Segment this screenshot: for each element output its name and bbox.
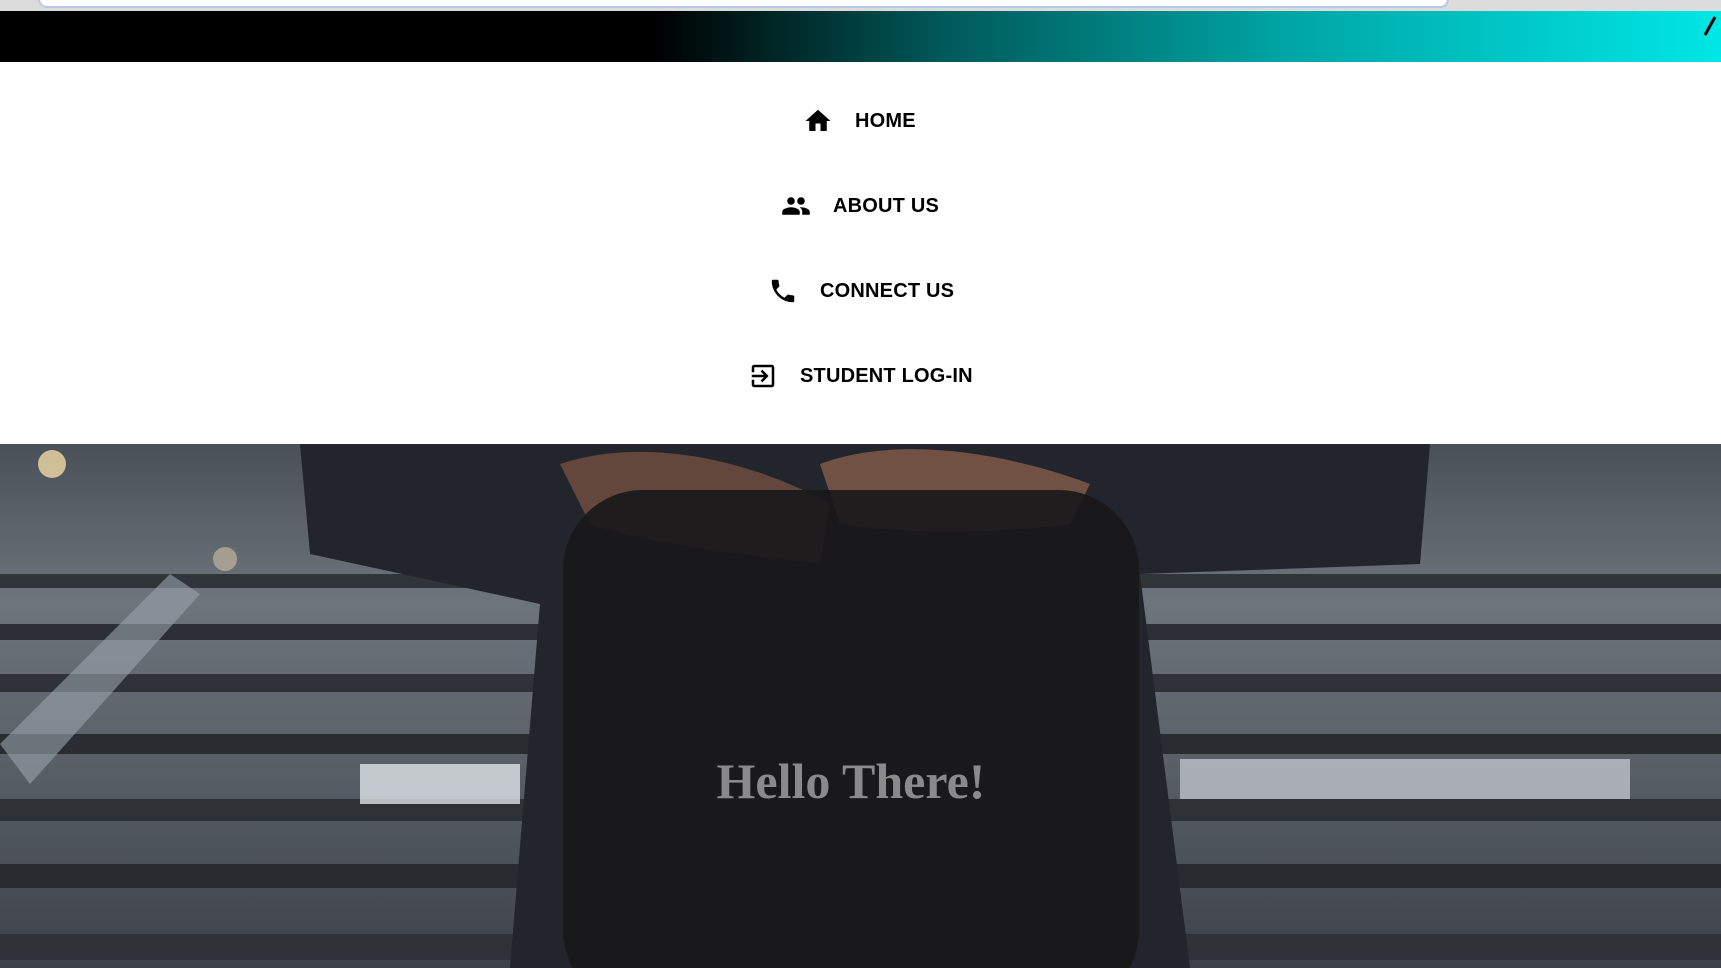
greeting-card: Hello There!	[563, 490, 1139, 968]
nav-item-label: CONNECT US	[820, 279, 955, 302]
nav-item-student-login[interactable]: STUDENT LOG-IN	[748, 361, 973, 391]
login-icon	[748, 361, 778, 391]
greeting-heading: Hello There!	[716, 753, 986, 809]
nav-item-label: ABOUT US	[833, 194, 940, 217]
main-nav: HOME ABOUT US CONNECT US STUDENT LOG-IN	[0, 62, 1721, 444]
header-gradient-bar	[0, 11, 1721, 62]
phone-icon	[768, 276, 798, 306]
hero-section: Hello There!	[0, 444, 1721, 968]
browser-address-strip	[0, 0, 1721, 11]
people-icon	[781, 191, 811, 221]
nav-item-label: HOME	[855, 109, 916, 132]
nav-item-about-us[interactable]: ABOUT US	[781, 191, 939, 221]
address-bar[interactable]	[38, 0, 1449, 8]
corner-slash-icon	[1703, 16, 1717, 36]
nav-item-label: STUDENT LOG-IN	[800, 364, 973, 387]
nav-item-home[interactable]: HOME	[803, 106, 916, 136]
home-icon	[803, 106, 833, 136]
nav-item-connect-us[interactable]: CONNECT US	[768, 276, 954, 306]
